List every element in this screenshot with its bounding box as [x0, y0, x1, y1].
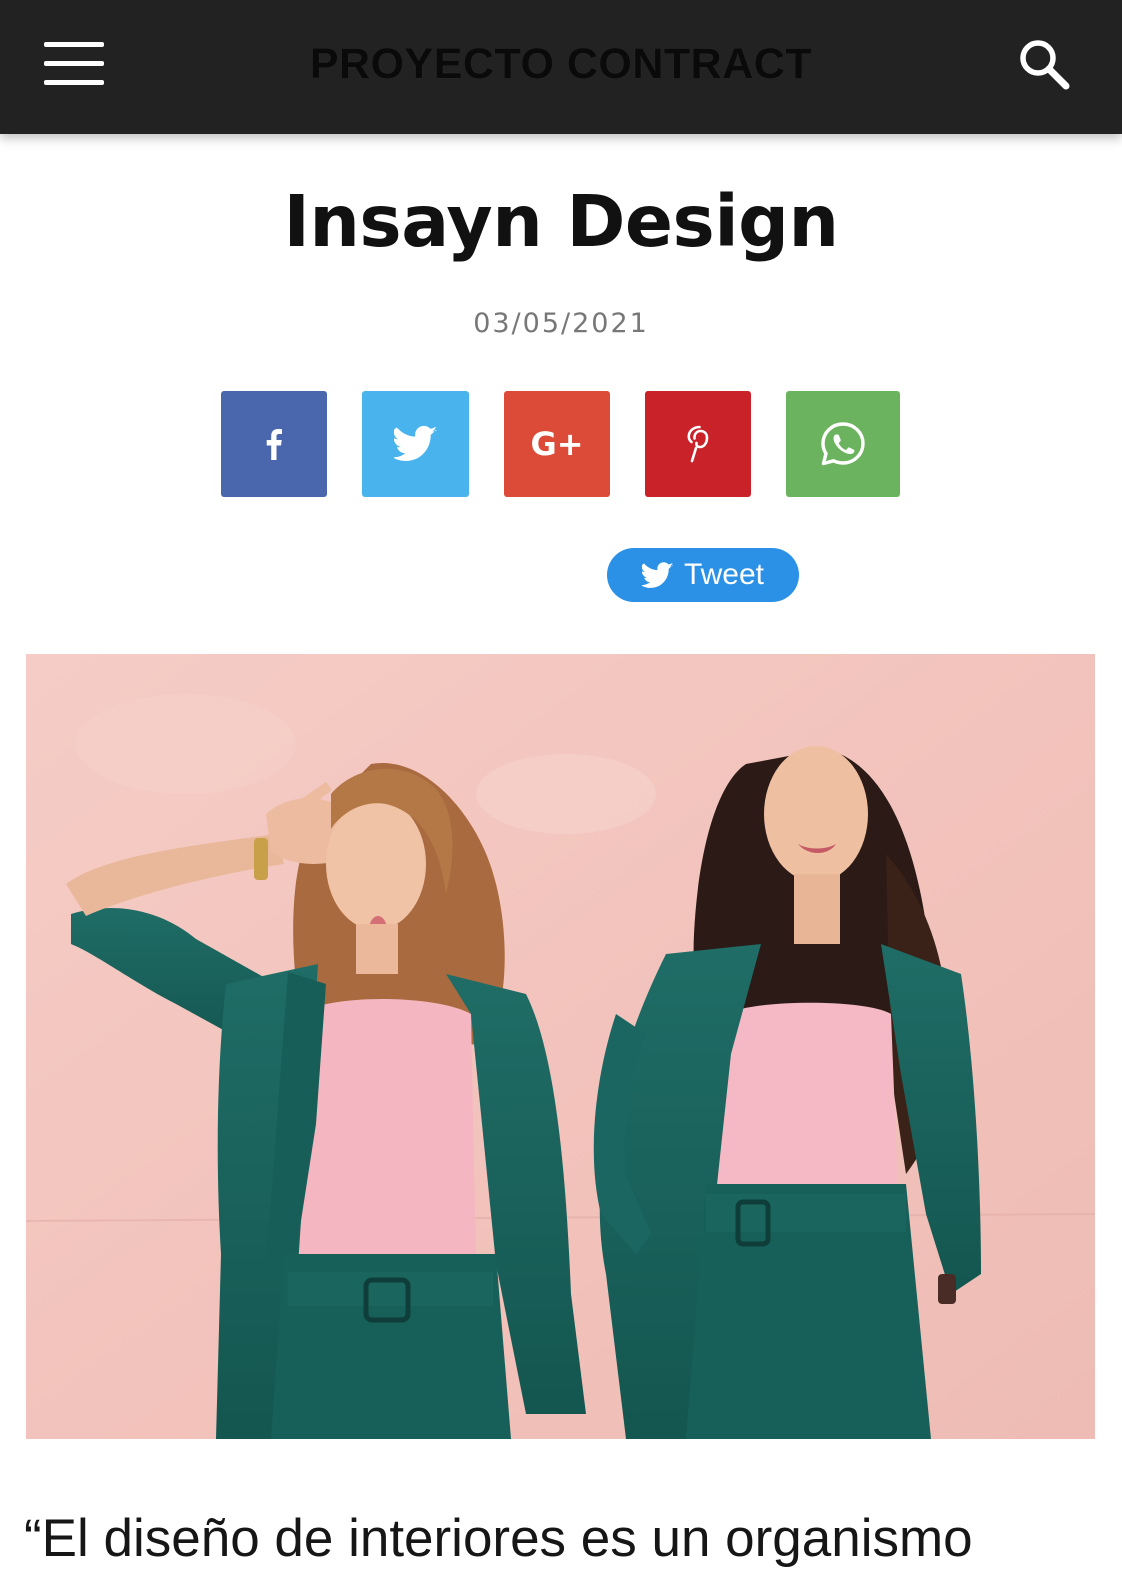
facebook-icon — [266, 429, 282, 460]
google-plus-share-button[interactable]: G+ — [504, 391, 610, 497]
google-plus-icon: G+ — [530, 425, 584, 463]
twitter-share-button[interactable] — [362, 391, 469, 497]
tweet-button[interactable]: Tweet — [607, 548, 799, 602]
pinterest-share-button[interactable] — [645, 391, 751, 497]
twitter-bird-icon — [641, 561, 674, 588]
hero-image — [26, 654, 1095, 1439]
tweet-label: Tweet — [683, 558, 765, 591]
search-icon[interactable] — [1014, 34, 1074, 94]
two-women-photo — [26, 654, 1095, 1439]
pinterest-icon — [687, 425, 709, 463]
article-date: 03/05/2021 — [473, 308, 649, 339]
article-title: Insayn Design — [283, 180, 839, 263]
top-navigation-bar: PROYECTO CONTRACT — [0, 0, 1122, 134]
whatsapp-icon — [821, 422, 865, 466]
whatsapp-share-button[interactable] — [786, 391, 900, 497]
twitter-bird-icon — [393, 425, 437, 462]
site-logo[interactable]: PROYECTO CONTRACT — [0, 40, 1122, 89]
share-buttons: G+ — [0, 391, 1122, 497]
facebook-share-button[interactable] — [221, 391, 327, 497]
article-quote: “El diseño de interiores es un organismo — [24, 1509, 973, 1568]
